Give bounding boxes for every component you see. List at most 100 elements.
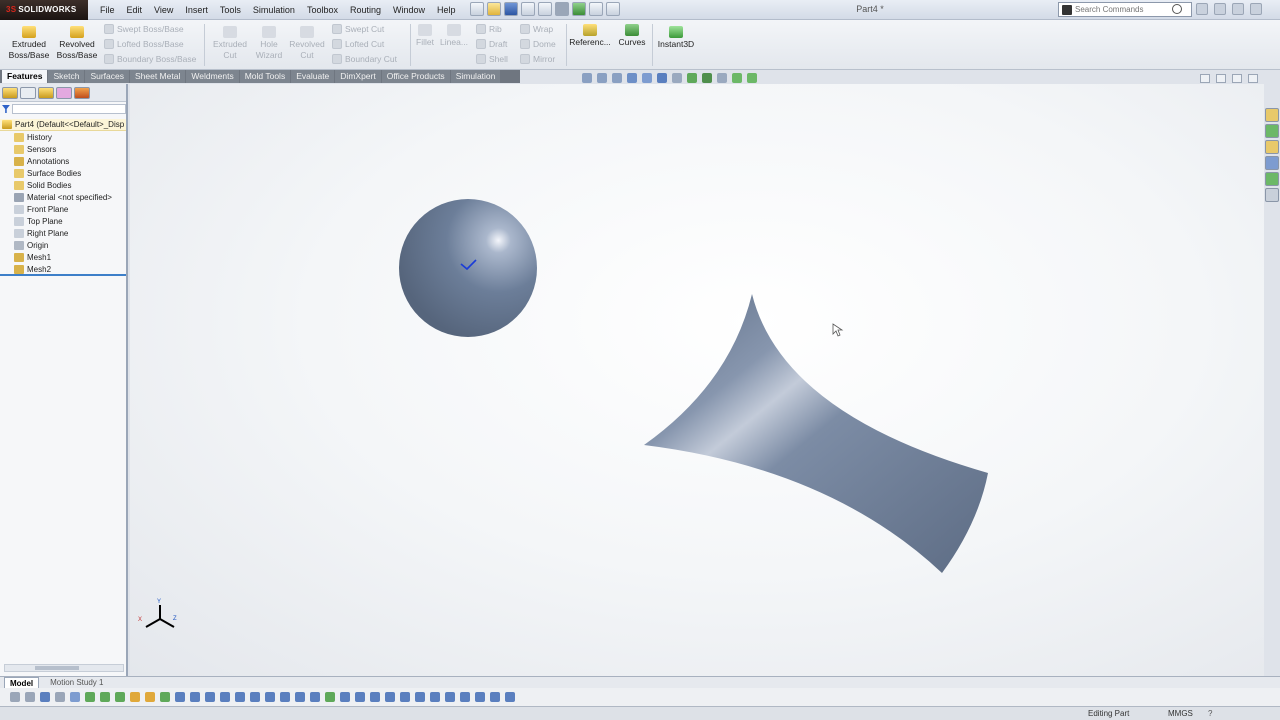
lofted-boss-button[interactable]: Lofted Boss/Base	[104, 39, 184, 49]
hole-wizard-button[interactable]: Hole Wizard	[250, 26, 288, 61]
tree-item-annotations[interactable]: Annotations	[0, 155, 126, 167]
view-settings-icon[interactable]	[717, 73, 727, 83]
revolved-cut-button[interactable]: Revolved Cut	[286, 26, 328, 61]
ellipse-icon[interactable]	[460, 692, 470, 702]
design-library-icon[interactable]	[1265, 124, 1279, 138]
solidworks-resources-icon[interactable]	[1265, 108, 1279, 122]
viewport-restore-icon[interactable]	[1232, 74, 1242, 83]
sketch-rectangle-icon[interactable]	[100, 692, 110, 702]
sketch-arc-icon[interactable]	[130, 692, 140, 702]
tab-motion-study-1[interactable]: Motion Study 1	[45, 677, 108, 688]
scrollbar-thumb[interactable]	[35, 666, 79, 670]
tree-item-origin[interactable]: Origin	[0, 239, 126, 251]
tree-item-mesh1[interactable]: Mesh1	[0, 251, 126, 263]
panel-horizontal-scrollbar[interactable]	[4, 664, 124, 672]
search-scope-icon[interactable]	[1062, 4, 1072, 15]
file-explorer-icon[interactable]	[1265, 140, 1279, 154]
close-icon[interactable]	[1250, 3, 1262, 15]
sketch-circle-icon[interactable]	[115, 692, 125, 702]
mirror-entities-icon[interactable]	[220, 692, 230, 702]
menu-edit[interactable]: Edit	[121, 4, 149, 18]
slot-icon[interactable]	[445, 692, 455, 702]
zoom-tool-icon[interactable]	[25, 692, 35, 702]
menu-toolbox[interactable]: Toolbox	[301, 4, 344, 18]
tree-item-sensors[interactable]: Sensors	[0, 143, 126, 155]
search-input[interactable]	[1075, 5, 1175, 14]
edit-appearance-icon[interactable]	[687, 73, 697, 83]
instant3d-button[interactable]: Instant3D	[654, 26, 698, 50]
centerline-icon[interactable]	[385, 692, 395, 702]
move-entities-icon[interactable]	[250, 692, 260, 702]
extend-entities-icon[interactable]	[505, 692, 515, 702]
swept-boss-button[interactable]: Swept Boss/Base	[104, 24, 184, 34]
tab-weldments[interactable]: Weldments	[186, 70, 239, 83]
menu-view[interactable]: View	[148, 4, 179, 18]
status-help-icon[interactable]: ?	[1208, 709, 1212, 718]
viewport-minimize-icon[interactable]	[1216, 74, 1226, 83]
custom-properties-icon[interactable]	[1265, 188, 1279, 202]
display-manager-tab-icon[interactable]	[74, 87, 90, 99]
shell-button[interactable]: Shell	[476, 54, 508, 64]
ambient-occlusion-icon[interactable]	[747, 73, 757, 83]
revolved-boss-button[interactable]: Revolved Boss/Base	[54, 26, 100, 61]
pan-tool-icon[interactable]	[40, 692, 50, 702]
zoom-to-fit-icon[interactable]	[582, 73, 592, 83]
search-icon[interactable]	[1172, 4, 1182, 14]
new-icon[interactable]	[470, 2, 484, 16]
tree-rollback-bar[interactable]	[0, 274, 126, 276]
point-icon[interactable]	[400, 692, 410, 702]
graphics-area[interactable]: Y X Z	[130, 84, 1264, 676]
menu-insert[interactable]: Insert	[179, 4, 214, 18]
rotate-tool-icon[interactable]	[55, 692, 65, 702]
reference-geometry-button[interactable]: Referenc...	[568, 24, 612, 48]
offset-entities-icon[interactable]	[205, 692, 215, 702]
appearances-icon[interactable]	[1265, 172, 1279, 186]
parabola-icon[interactable]	[475, 692, 485, 702]
status-units[interactable]: MMGS	[1168, 709, 1193, 718]
previous-view-icon[interactable]	[612, 73, 622, 83]
convert-entities-icon[interactable]	[190, 692, 200, 702]
draft-button[interactable]: Draft	[476, 39, 507, 49]
options-icon[interactable]	[606, 2, 620, 16]
menu-tools[interactable]: Tools	[214, 4, 247, 18]
display-style-icon[interactable]	[657, 73, 667, 83]
extruded-cut-button[interactable]: Extruded Cut	[208, 26, 252, 61]
mirror-button[interactable]: Mirror	[520, 54, 555, 64]
menu-help[interactable]: Help	[431, 4, 462, 18]
rapid-sketch-icon[interactable]	[310, 692, 320, 702]
tab-mold-tools[interactable]: Mold Tools	[239, 70, 291, 83]
tree-item-history[interactable]: History	[0, 131, 126, 143]
linear-sketch-pattern-icon[interactable]	[235, 692, 245, 702]
boundary-boss-button[interactable]: Boundary Boss/Base	[104, 54, 196, 64]
save-icon[interactable]	[504, 2, 518, 16]
linear-pattern-button[interactable]: Linea...	[438, 24, 470, 48]
fillet-button[interactable]: Fillet	[412, 24, 438, 48]
realview-icon[interactable]	[732, 73, 742, 83]
trim-entities-icon[interactable]	[175, 692, 185, 702]
tab-evaluate[interactable]: Evaluate	[291, 70, 335, 83]
viewport-split-icon[interactable]	[1200, 74, 1210, 83]
add-relation-icon[interactable]	[355, 692, 365, 702]
select-icon[interactable]	[555, 2, 569, 16]
quick-snaps-icon[interactable]	[295, 692, 305, 702]
undo-icon[interactable]	[538, 2, 552, 16]
minimize-icon[interactable]	[1214, 3, 1226, 15]
lofted-cut-button[interactable]: Lofted Cut	[332, 39, 384, 49]
wrap-button[interactable]: Wrap	[520, 24, 553, 34]
apply-scene-icon[interactable]	[702, 73, 712, 83]
feature-manager-tab-icon[interactable]	[2, 87, 18, 99]
tree-item-top-plane[interactable]: Top Plane	[0, 215, 126, 227]
tab-simulation[interactable]: Simulation	[450, 70, 501, 83]
repair-sketch-icon[interactable]	[280, 692, 290, 702]
split-entities-icon[interactable]	[490, 692, 500, 702]
sketch-spline-icon[interactable]	[145, 692, 155, 702]
polygon-icon[interactable]	[430, 692, 440, 702]
menu-window[interactable]: Window	[387, 4, 431, 18]
sketch-line-icon[interactable]	[85, 692, 95, 702]
menu-routing[interactable]: Routing	[344, 4, 387, 18]
tab-model[interactable]: Model	[4, 676, 40, 689]
tab-sheet-metal[interactable]: Sheet Metal	[129, 70, 186, 83]
tab-sketch[interactable]: Sketch	[48, 70, 85, 83]
viewport-close-icon[interactable]	[1248, 74, 1258, 83]
tree-filter-input[interactable]	[11, 104, 126, 114]
